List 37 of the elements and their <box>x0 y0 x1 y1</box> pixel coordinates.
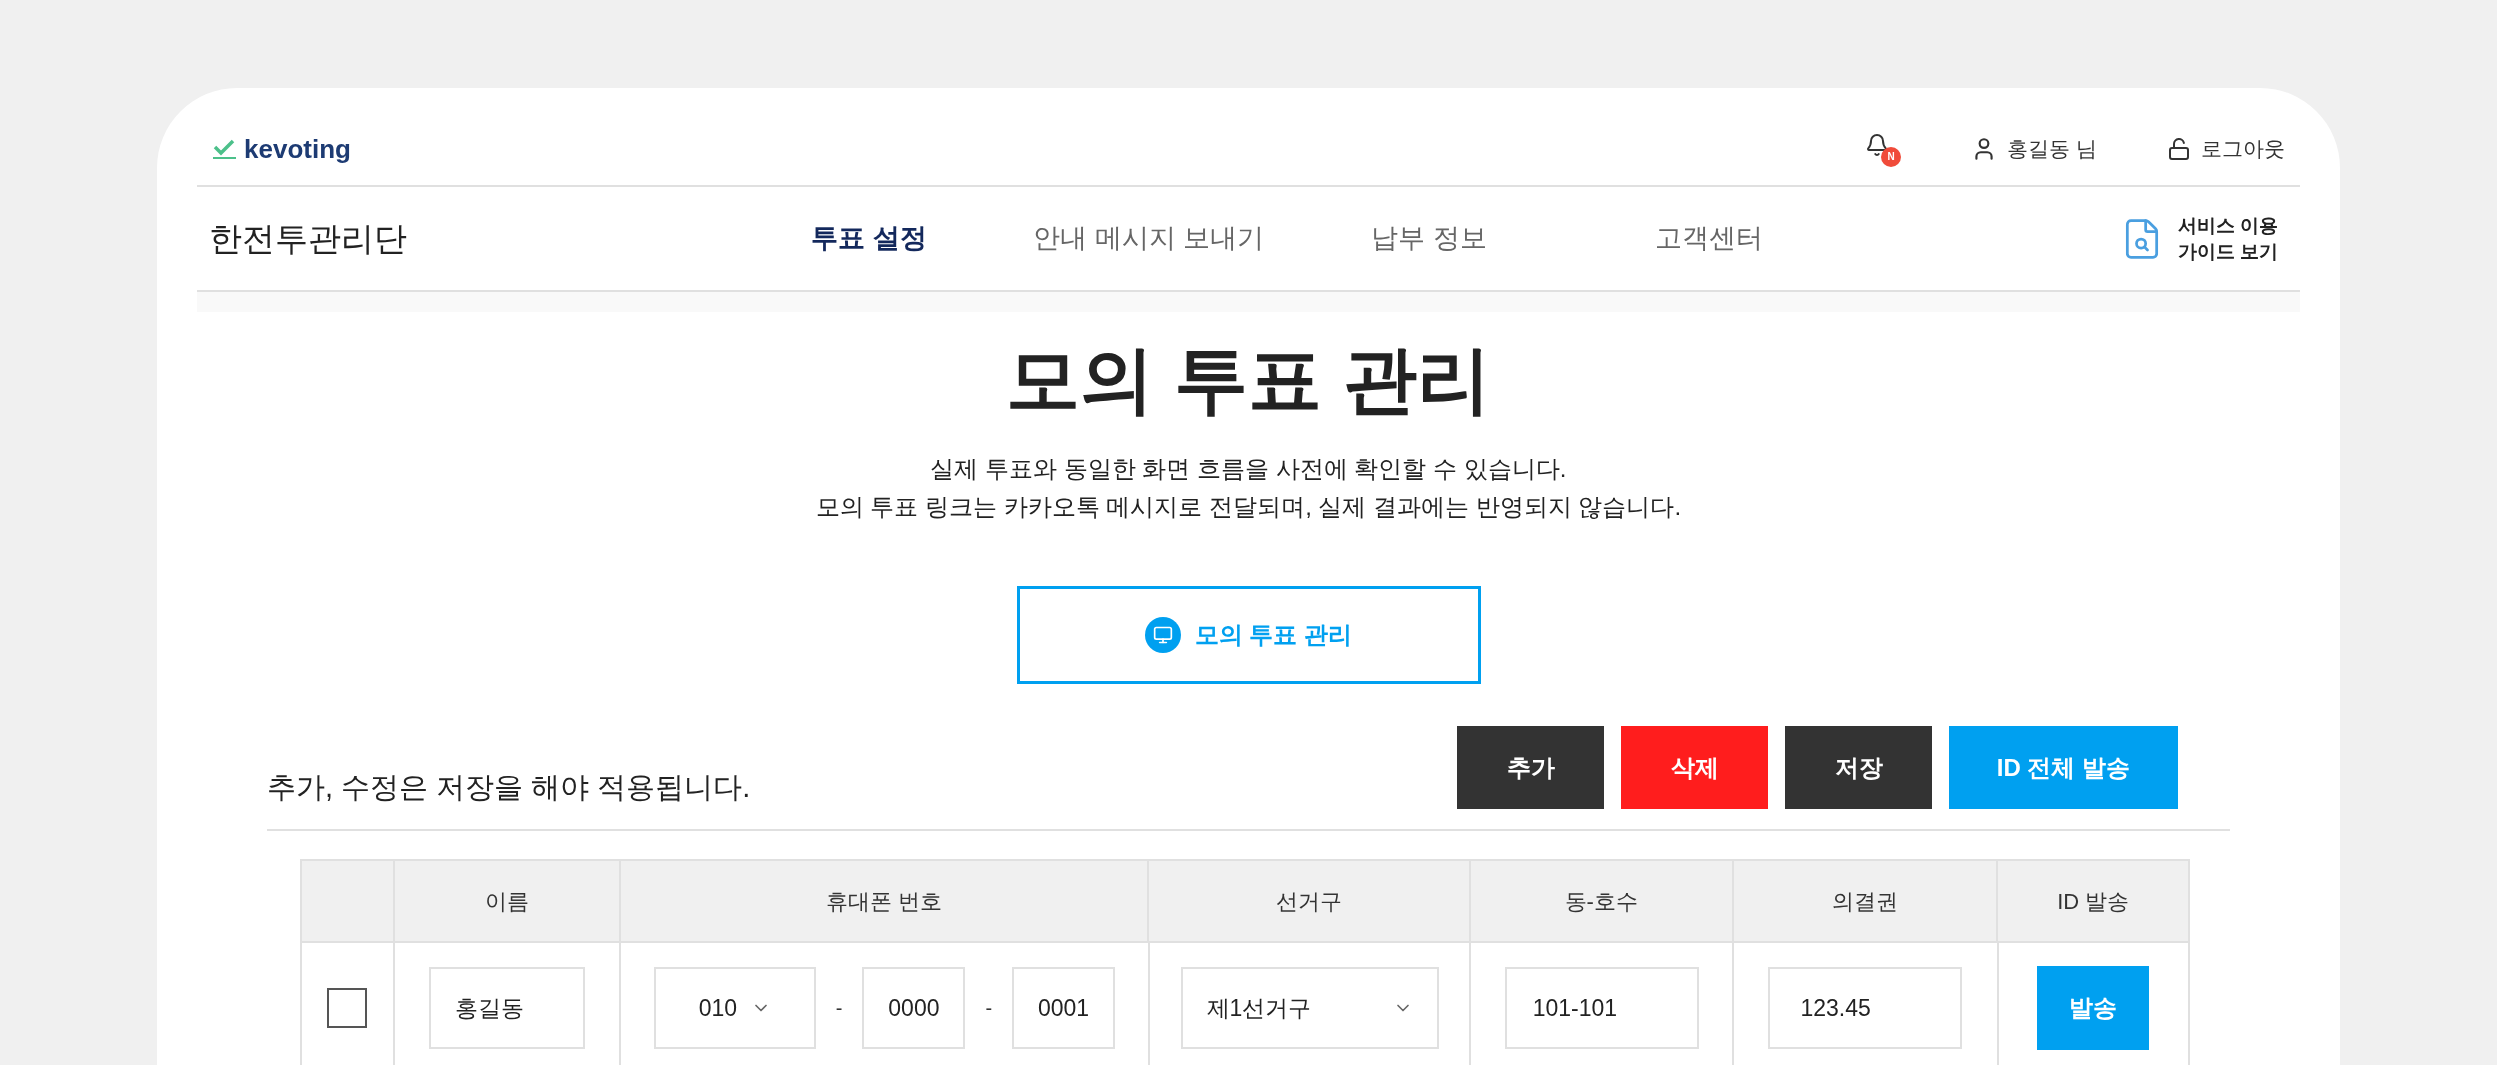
name-field[interactable]: 홍길동 <box>428 967 585 1049</box>
site-title: 한전투관리단 <box>209 218 408 259</box>
action-button[interactable]: 저장 <box>1785 726 1932 809</box>
phone-middle-field[interactable]: 0000 <box>862 967 966 1049</box>
guide-link[interactable]: 서비스 이용 가이드 보기 <box>2119 212 2278 265</box>
description-text: 모의 투표 링크는 카카오톡 메시지로 전달되며, 실제 결과에는 반영되지 않습니다. <box>815 492 1682 522</box>
column-header: 동-호수 <box>1470 861 1734 941</box>
column-header: 이름 <box>394 861 622 941</box>
column-header: 의결권 <box>1733 861 1999 941</box>
page-title: 모의 투표 관리 <box>1005 337 1492 423</box>
unit-field[interactable]: 101-101 <box>1504 967 1699 1049</box>
notification-badge: N <box>1881 146 1902 167</box>
logo-icon <box>212 137 238 160</box>
logout-button[interactable]: 로그아웃 <box>2167 132 2285 165</box>
logo[interactable]: kevoting <box>212 135 351 162</box>
nav-tab[interactable]: 투표 설정 <box>729 218 1009 259</box>
phone-separator: - <box>835 996 843 1021</box>
action-button[interactable]: 삭제 <box>1621 726 1768 809</box>
phone-last-field[interactable]: 0001 <box>1012 967 1116 1049</box>
district-select[interactable]: 제1선거구 <box>1180 967 1439 1049</box>
phone-prefix-select[interactable]: 010 <box>654 967 816 1049</box>
votes-field[interactable]: 123.45 <box>1768 967 1963 1049</box>
lock-icon <box>2167 136 2191 161</box>
nav-tab[interactable]: 납부 정보 <box>1289 218 1569 259</box>
action-button[interactable]: 추가 <box>1457 726 1604 809</box>
column-header: 선거구 <box>1149 861 1471 941</box>
phone-separator: - <box>985 996 993 1021</box>
nav-tab[interactable]: 안내 메시지 보내기 <box>1009 218 1289 259</box>
row-checkbox[interactable] <box>327 988 368 1028</box>
nav-tab[interactable]: 고객센터 <box>1569 218 1849 259</box>
column-header: ID 발송 <box>2056 887 2131 916</box>
notification-button[interactable]: N <box>1865 130 1902 167</box>
column-header: 휴대폰 번호 <box>621 861 1150 941</box>
save-note: 추가, 수정은 저장을 해야 적용됩니다. <box>267 769 752 805</box>
description-text: 실제 투표와 동일한 화면 흐름을 사전에 확인할 수 있습니다. <box>930 454 1567 484</box>
monitor-icon <box>1144 617 1181 653</box>
user-name: 홍길동 님 <box>2007 135 2097 162</box>
